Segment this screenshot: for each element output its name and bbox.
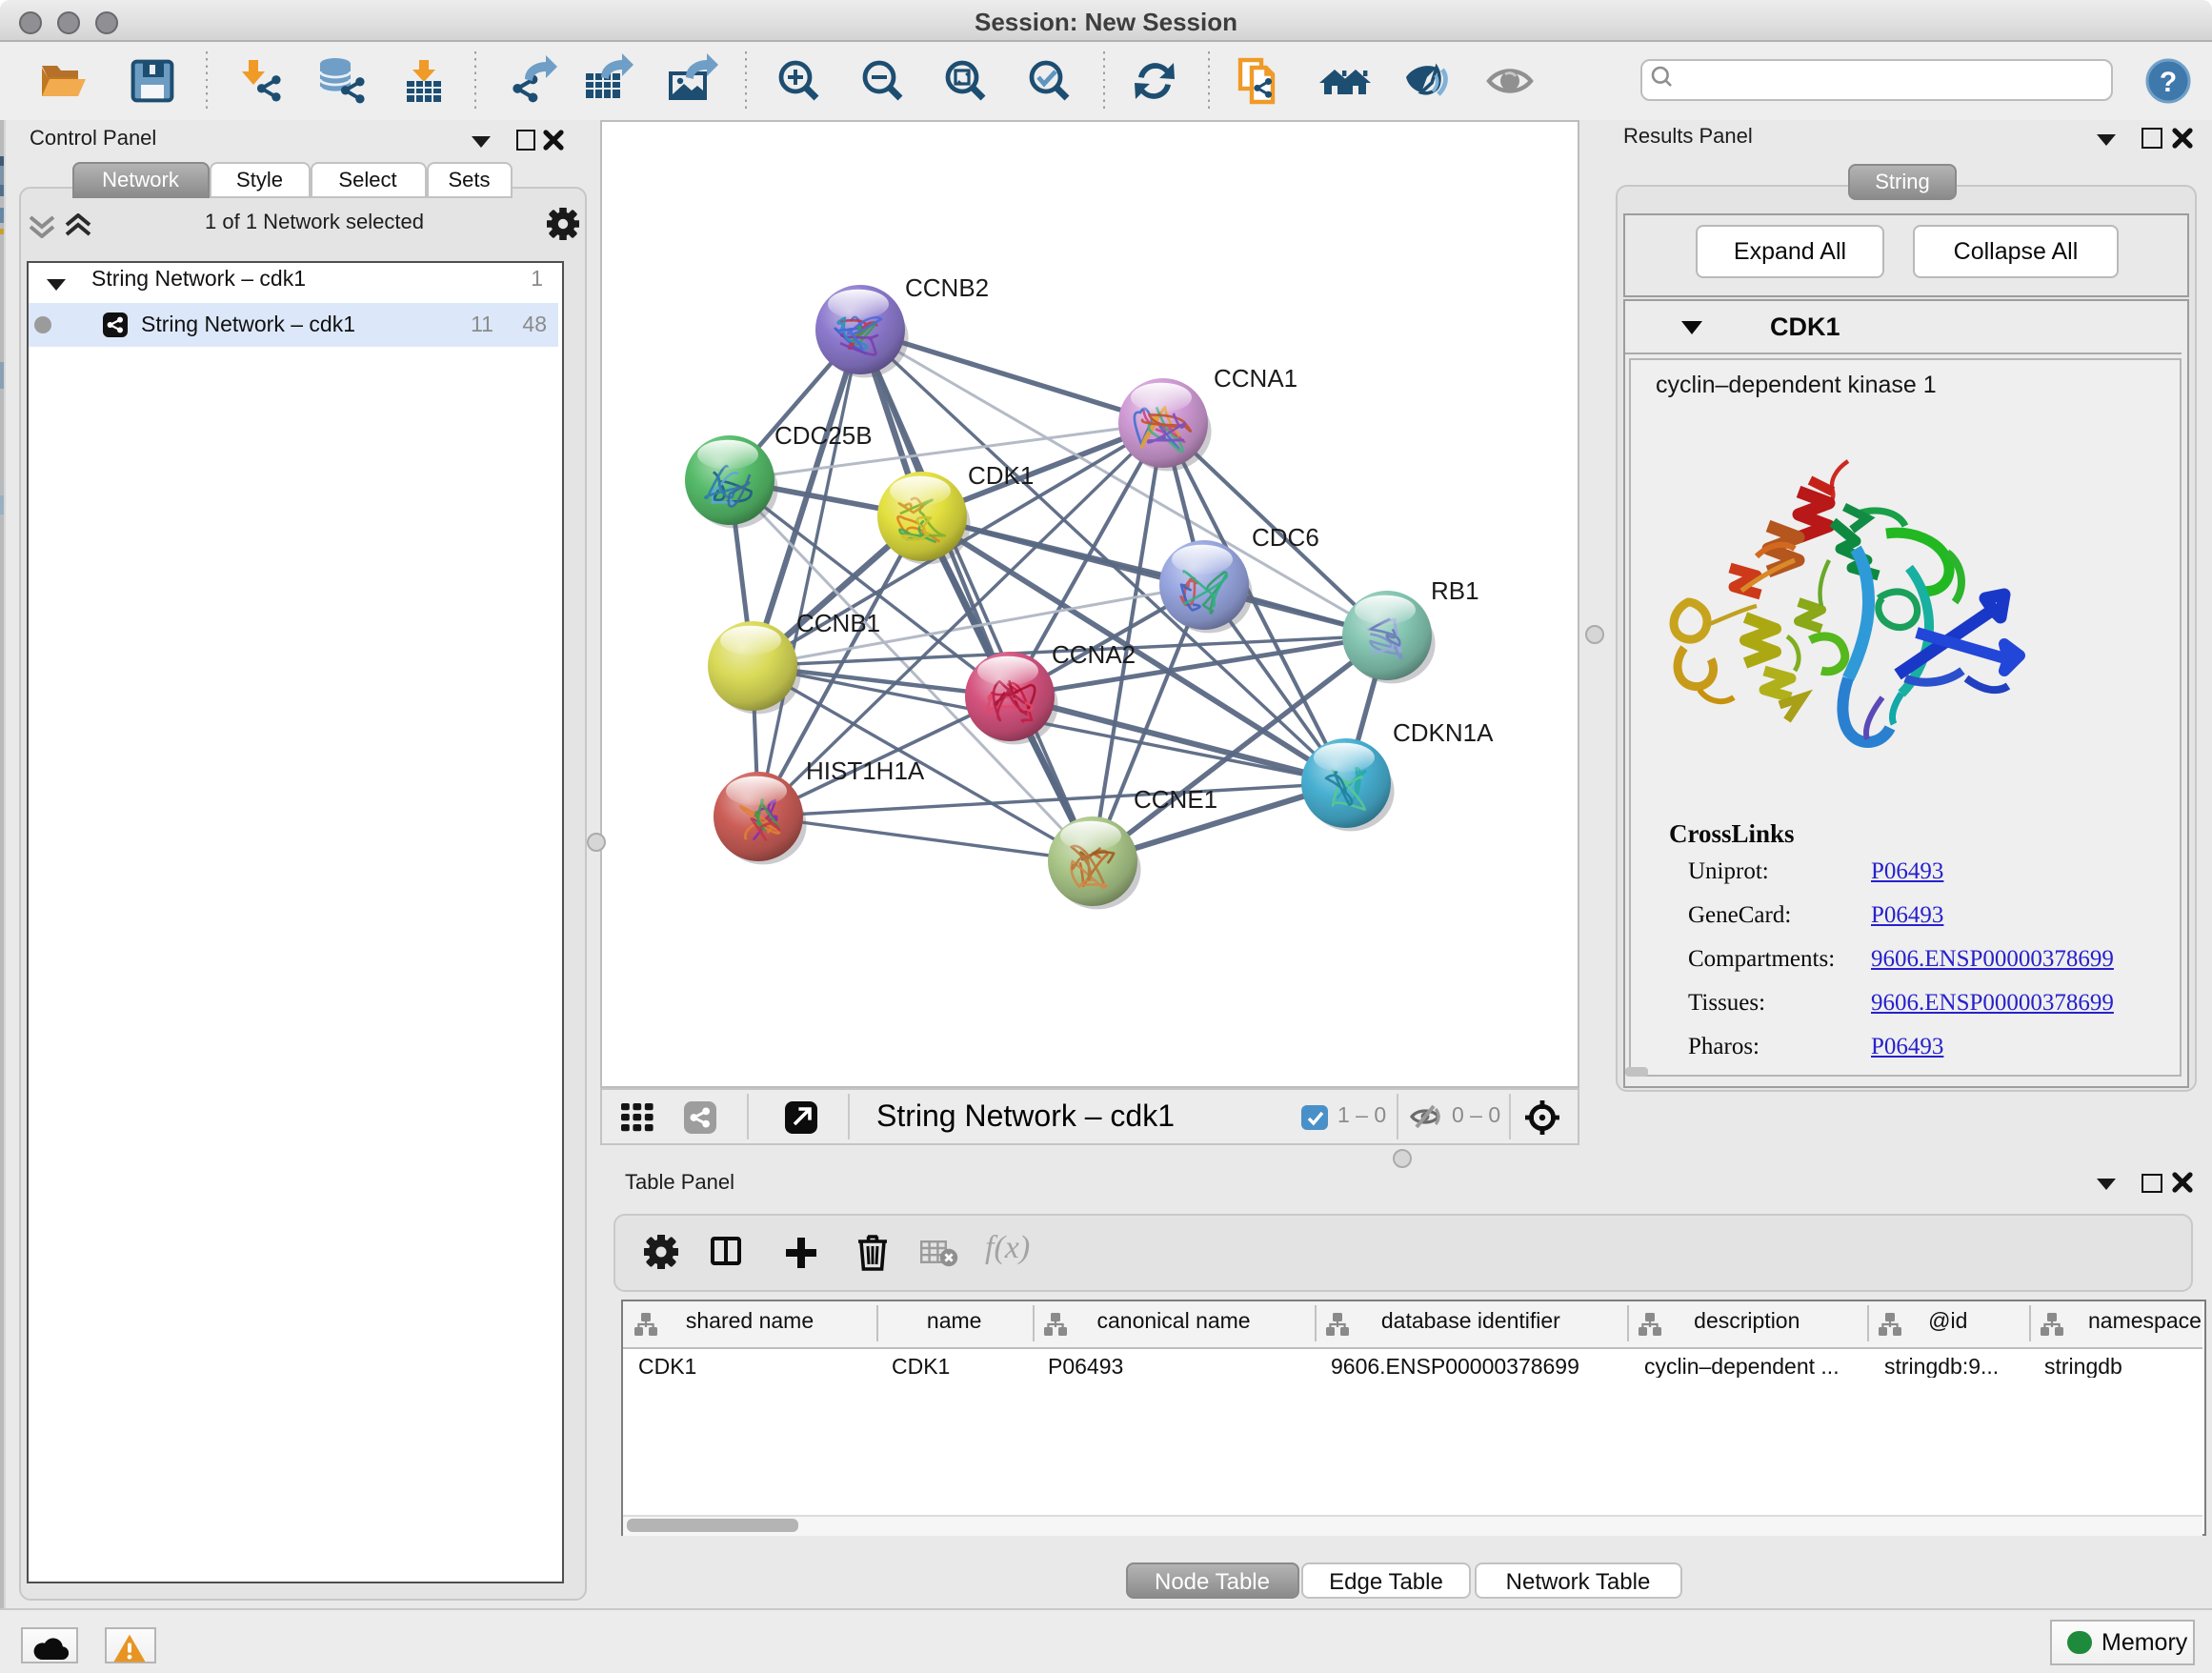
svg-text:?: ? — [2160, 67, 2177, 98]
svg-text:CCNA1: CCNA1 — [1214, 364, 1297, 393]
svg-text:CCNE1: CCNE1 — [1134, 785, 1217, 814]
svg-text:CDK1: CDK1 — [968, 461, 1034, 490]
svg-text:CCNA2: CCNA2 — [1052, 640, 1136, 669]
svg-text:HIST1H1A: HIST1H1A — [806, 756, 925, 785]
svg-text:CCNB2: CCNB2 — [905, 273, 989, 302]
svg-text:CCNB1: CCNB1 — [796, 609, 880, 637]
svg-text:CDC6: CDC6 — [1252, 523, 1319, 552]
svg-text:CDKN1A: CDKN1A — [1393, 718, 1494, 747]
svg-text:CDC25B: CDC25B — [774, 421, 873, 450]
svg-text:RB1: RB1 — [1431, 576, 1479, 605]
